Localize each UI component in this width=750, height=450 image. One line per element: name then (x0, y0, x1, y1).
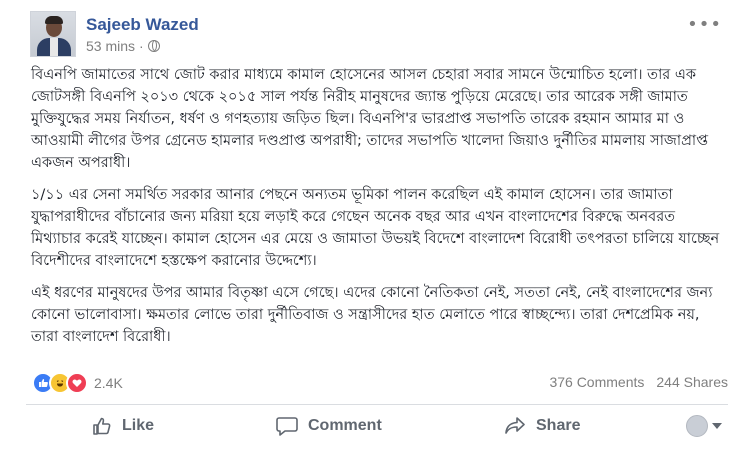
comment-label: Comment (308, 417, 382, 434)
action-bar: Like Comment Share (26, 406, 728, 446)
author-name[interactable]: Sajeeb Wazed (86, 15, 199, 35)
globe-icon (147, 39, 160, 52)
share-button[interactable]: Share (504, 416, 580, 436)
post-header: Sajeeb Wazed 53 mins · (30, 11, 199, 57)
action-divider (26, 404, 728, 405)
love-reaction-icon (66, 372, 88, 394)
post-as-selector[interactable] (686, 415, 722, 437)
separator-dot: · (139, 37, 144, 54)
comment-bubble-icon (276, 416, 298, 436)
post-body: বিএনপি জামাতের সাথে জোট করার মাধ্যমে কাম… (31, 64, 721, 358)
post-paragraph: এই ধরণের মানুষদের উপর আমার বিতৃষ্ণা এসে … (31, 285, 713, 345)
post-paragraph: বিএনপি জামাতের সাথে জোট করার মাধ্যমে কাম… (31, 67, 709, 171)
thumbs-up-icon (92, 416, 112, 436)
author-avatar[interactable] (30, 11, 76, 57)
post-meta: Sajeeb Wazed 53 mins · (86, 15, 199, 54)
comments-count-link[interactable]: 376 Comments (549, 374, 644, 390)
post-timestamp[interactable]: 53 mins (86, 38, 135, 54)
post-time-row: 53 mins · (86, 38, 199, 54)
shares-count-link[interactable]: 244 Shares (656, 374, 728, 390)
share-label: Share (536, 417, 581, 434)
comment-button[interactable]: Comment (276, 416, 382, 436)
post-paragraph: ১/১১ এর সেনা সমর্থিত সরকার আনার পেছনে অন… (31, 187, 720, 269)
facebook-post: Sajeeb Wazed 53 mins · ••• বিএনপি জামাতে… (0, 0, 750, 450)
more-options-icon[interactable]: ••• (687, 14, 722, 35)
reaction-summary[interactable]: 2.4K (32, 372, 123, 394)
reaction-count: 2.4K (94, 375, 123, 391)
like-button[interactable]: Like (92, 416, 154, 436)
caret-down-icon (712, 423, 722, 429)
engagement-stats: 376 Comments 244 Shares (549, 374, 728, 390)
like-label: Like (122, 417, 155, 434)
share-arrow-icon (504, 416, 526, 436)
viewer-avatar (686, 415, 708, 437)
